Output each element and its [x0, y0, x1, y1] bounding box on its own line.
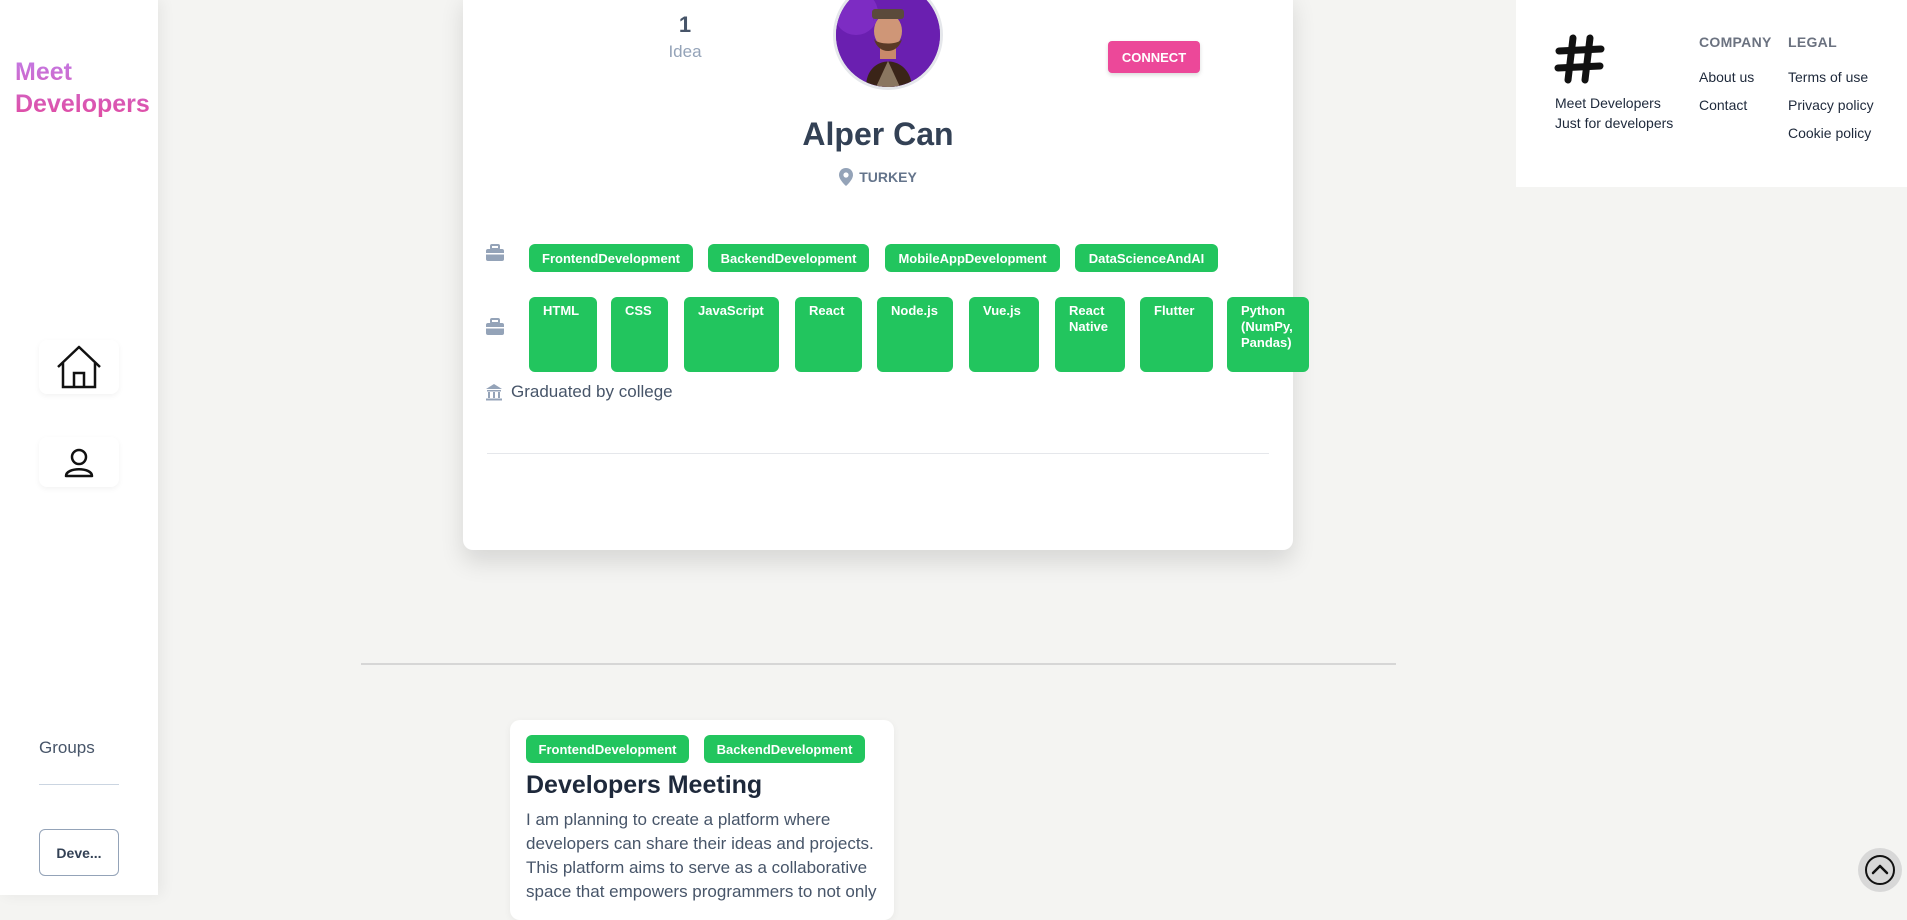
group-chip[interactable]: Deve...	[39, 829, 119, 876]
interest-tag-backend[interactable]: BackendDevelopment	[708, 244, 869, 272]
nav-profile-button[interactable]	[39, 437, 119, 487]
skill-tag-react-native[interactable]: React Native	[1055, 297, 1125, 372]
idea-count-label: Idea	[668, 42, 702, 61]
education-text: Graduated by college	[511, 382, 673, 401]
skill-tag-python[interactable]: Python (NumPy, Pandas)	[1227, 297, 1309, 372]
footer-company-heading: COMPANY	[1699, 34, 1772, 50]
skill-tag-html[interactable]: HTML	[529, 297, 597, 372]
interest-tag-mobile[interactable]: MobileAppDevelopment	[885, 244, 1060, 272]
footer-company-column: COMPANY About us Contact	[1699, 34, 1772, 124]
location-text: TURKEY	[859, 169, 917, 185]
education: Graduated by college	[485, 382, 673, 402]
avatar	[833, 0, 943, 90]
skill-tag-flutter[interactable]: Flutter	[1140, 297, 1213, 372]
skill-tag-css[interactable]: CSS	[611, 297, 668, 372]
footer-legal-column: LEGAL Terms of use Privacy policy Cookie…	[1788, 34, 1874, 152]
skill-tag-react[interactable]: React	[795, 297, 862, 372]
hash-logo[interactable]	[1554, 33, 1606, 85]
institution-icon	[486, 384, 502, 401]
section-divider	[361, 663, 1396, 665]
idea-card[interactable]: FrontendDevelopment BackendDevelopment D…	[510, 720, 894, 920]
briefcase-icon	[486, 244, 504, 261]
sidebar: Meet Developers Groups Deve...	[0, 0, 158, 895]
nav-home-button[interactable]	[39, 340, 119, 394]
idea-description: I am planning to create a platform where…	[526, 810, 877, 901]
briefcase-icon	[486, 318, 504, 335]
footer-link-privacy[interactable]: Privacy policy	[1788, 96, 1874, 114]
brand-line-1: Meet	[15, 58, 72, 86]
scroll-to-top-button[interactable]	[1858, 848, 1902, 892]
skill-tag-vuejs[interactable]: Vue.js	[969, 297, 1039, 372]
connect-button[interactable]: CONNECT	[1108, 41, 1200, 73]
footer-link-contact[interactable]: Contact	[1699, 96, 1772, 114]
footer-panel: Meet Developers Just for developers COMP…	[1516, 0, 1907, 187]
groups-label: Groups	[39, 738, 95, 757]
footer-brand-tagline: Just for developers	[1555, 115, 1674, 131]
idea-title[interactable]: Developers Meeting	[526, 771, 762, 800]
groups-divider	[39, 784, 119, 785]
footer-link-cookies[interactable]: Cookie policy	[1788, 124, 1874, 142]
card-divider	[487, 453, 1269, 454]
chevron-up-icon	[1865, 855, 1895, 885]
idea-count: 1	[678, 12, 692, 37]
brand-line-2: Developers	[15, 90, 150, 118]
brand-logo[interactable]: Meet Developers	[15, 56, 150, 120]
map-pin-icon	[839, 168, 854, 186]
interest-tag-frontend[interactable]: FrontendDevelopment	[529, 244, 693, 272]
idea-tag-frontend[interactable]: FrontendDevelopment	[526, 735, 689, 763]
skill-tag-nodejs[interactable]: Node.js	[877, 297, 953, 372]
idea-tag-backend[interactable]: BackendDevelopment	[704, 735, 865, 763]
avatar-photo	[836, 0, 940, 87]
profile-card: 1 Idea CONNECT Alper Can TURKEY Frontend…	[463, 0, 1309, 550]
footer-brand-name: Meet Developers	[1555, 95, 1661, 111]
footer-legal-heading: LEGAL	[1788, 34, 1837, 50]
footer-link-about[interactable]: About us	[1699, 68, 1772, 86]
user-icon	[64, 448, 94, 478]
footer-brand: Meet Developers Just for developers	[1555, 93, 1673, 133]
footer-link-terms[interactable]: Terms of use	[1788, 68, 1874, 86]
home-icon	[57, 345, 101, 389]
skill-tag-javascript[interactable]: JavaScript	[684, 297, 779, 372]
interest-tag-datascience[interactable]: DataScienceAndAI	[1075, 244, 1218, 272]
profile-name: Alper Can	[802, 116, 954, 152]
location: TURKEY	[463, 168, 1293, 186]
